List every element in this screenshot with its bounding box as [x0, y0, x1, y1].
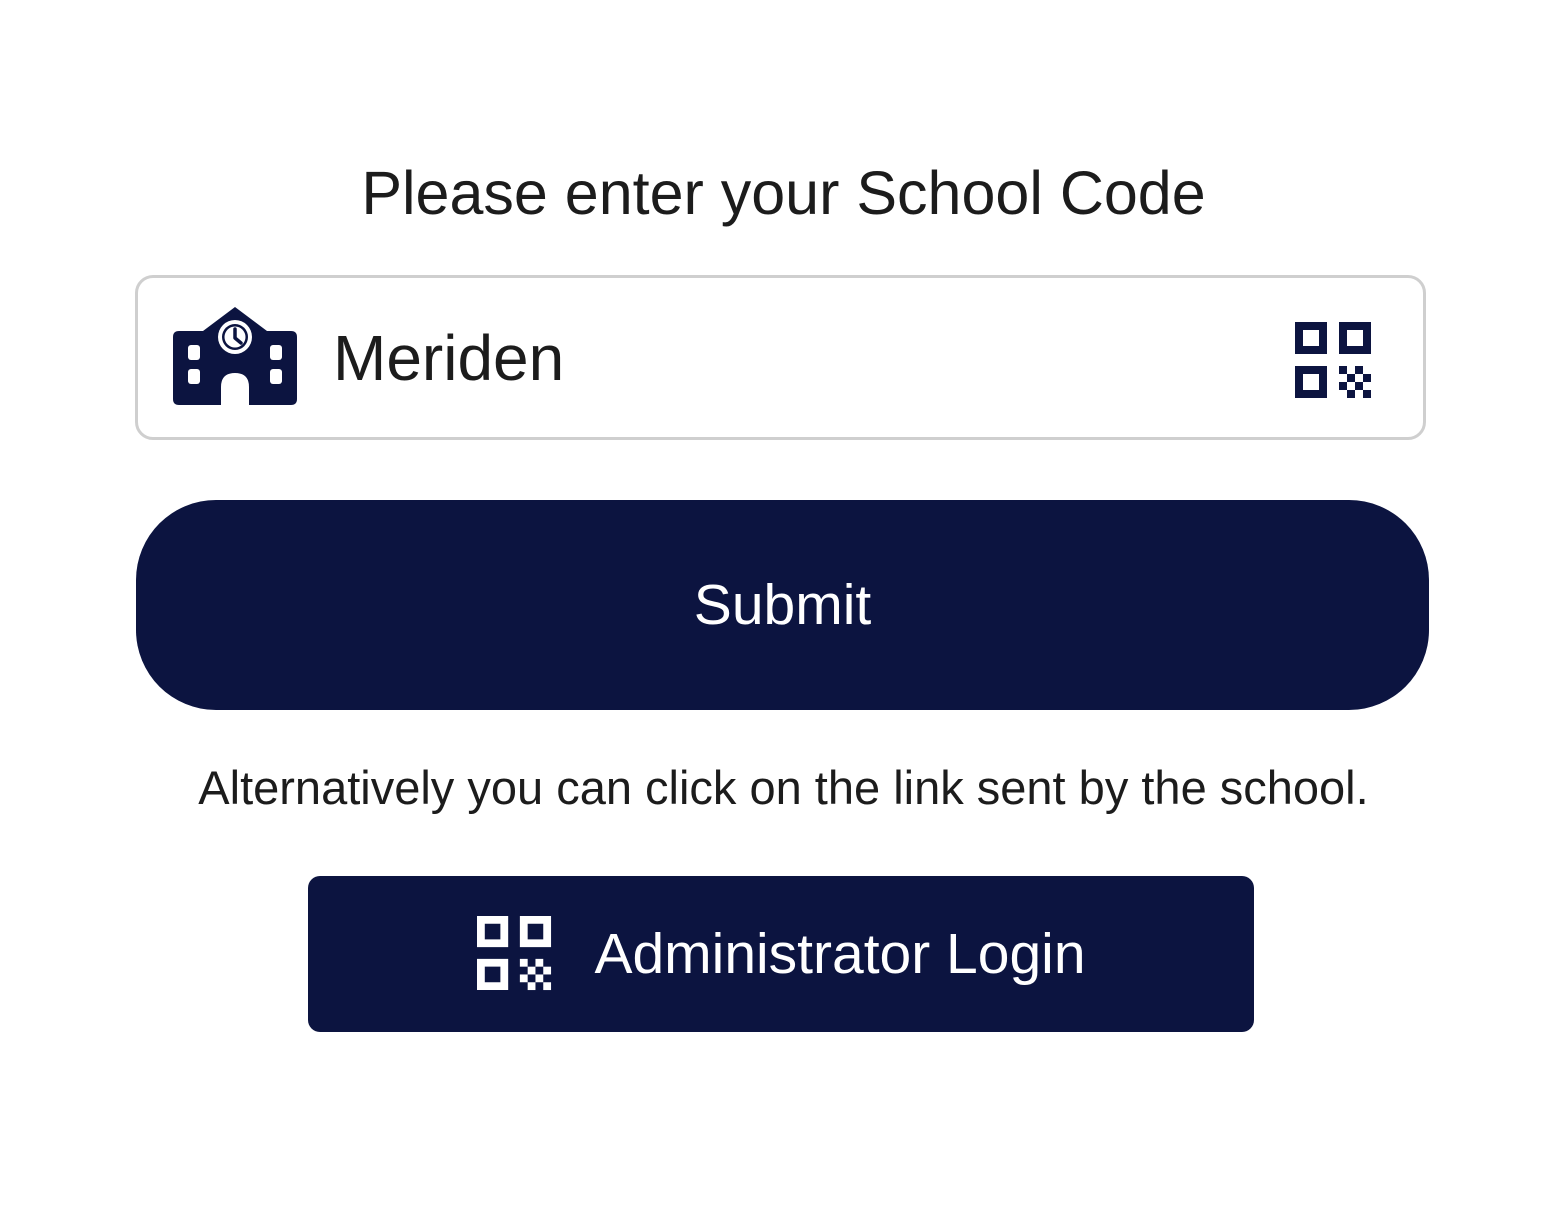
- school-code-input[interactable]: [333, 308, 1233, 408]
- page-title: Please enter your School Code: [361, 159, 1206, 227]
- qr-code-icon[interactable]: [1295, 322, 1373, 400]
- qr-code-icon: [477, 916, 552, 991]
- submit-button[interactable]: Submit: [136, 500, 1429, 710]
- school-building-icon: [173, 307, 297, 405]
- administrator-login-button[interactable]: Administrator Login: [308, 876, 1254, 1032]
- administrator-login-label: Administrator Login: [594, 922, 1086, 986]
- alternative-link-text: Alternatively you can click on the link …: [198, 761, 1369, 814]
- school-code-field[interactable]: [135, 275, 1426, 440]
